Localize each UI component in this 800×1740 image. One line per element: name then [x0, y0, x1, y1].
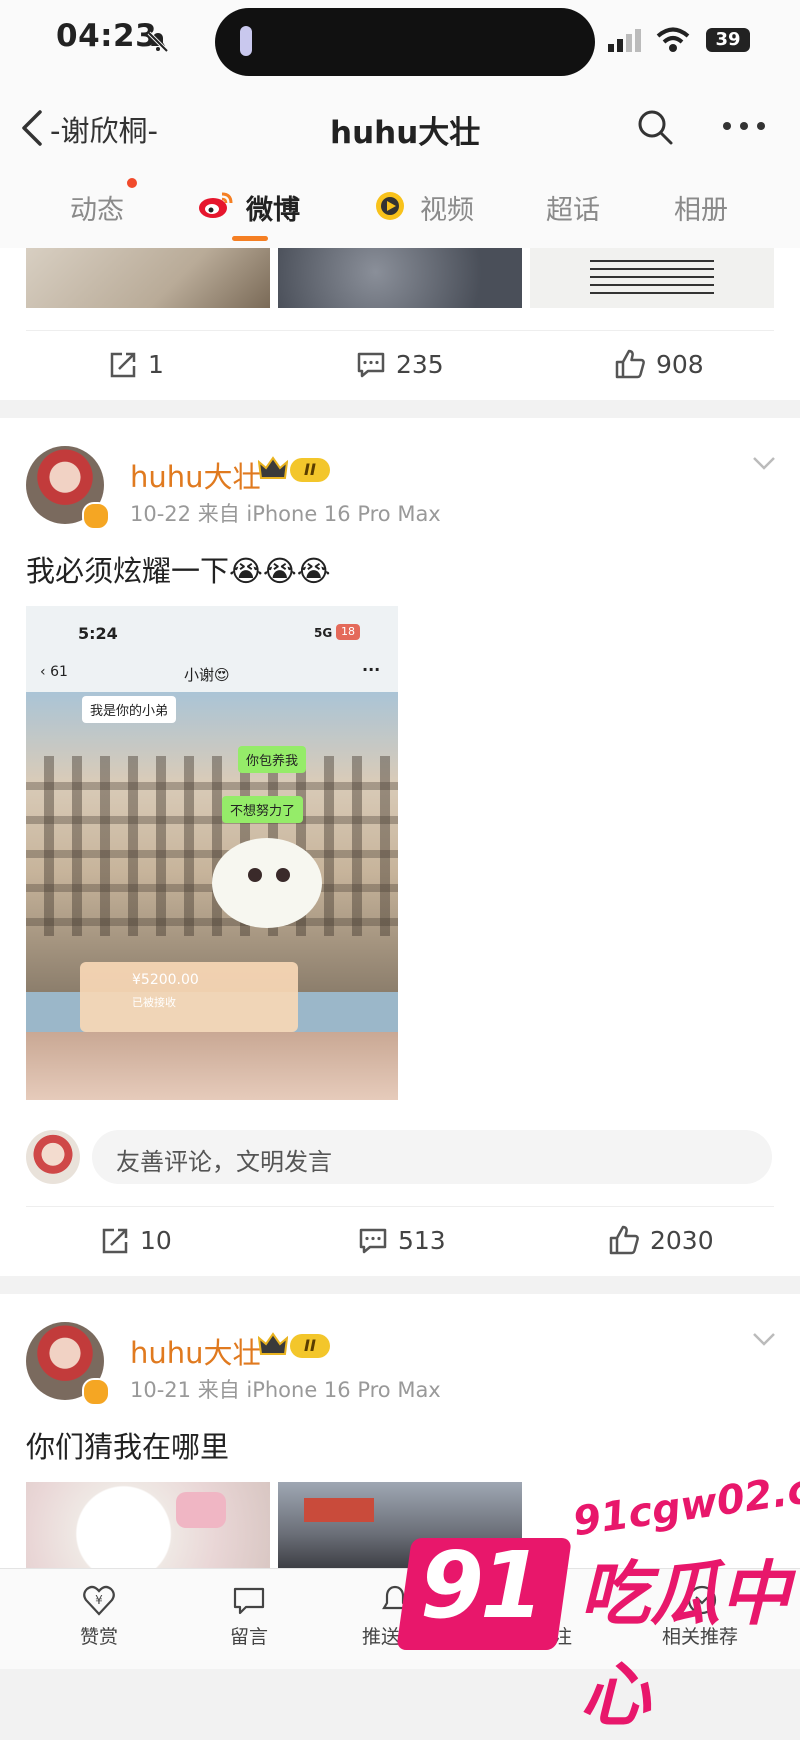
flashlight-icon: [240, 26, 252, 56]
crown-icon: [258, 456, 288, 479]
chat-bubble-received: 我是你的小弟: [82, 696, 177, 723]
tab-super-topic[interactable]: 超话: [546, 188, 600, 227]
post-image-thumbnail[interactable]: [26, 1482, 270, 1568]
crying-emoji: 😭😭😭: [229, 554, 331, 588]
chat-bottom-photo: [26, 1032, 398, 1100]
post-text: 你们猜我在哪里: [26, 1430, 230, 1464]
chat-bubble-sent: 不想努力了: [222, 796, 304, 823]
chat-status-time: 5:24: [78, 624, 118, 643]
chat-bubble-sent: 你包养我: [238, 746, 307, 773]
sticker-eye: [276, 868, 290, 882]
repost-icon[interactable]: [108, 350, 138, 380]
transfer-status: 已被接收: [132, 996, 176, 1009]
comment-count[interactable]: 513: [398, 1226, 446, 1255]
tab-video[interactable]: 视频: [420, 188, 474, 227]
message-icon[interactable]: [232, 1586, 266, 1616]
comment-placeholder[interactable]: 友善评论，文明发言: [116, 1142, 332, 1177]
vip-badge: II: [290, 458, 330, 482]
status-time: 04:23: [56, 18, 158, 54]
tab-album[interactable]: 相册: [674, 188, 728, 227]
back-arrow-icon[interactable]: [20, 108, 44, 148]
divider: [26, 330, 774, 331]
weibo-logo-icon: [199, 192, 233, 218]
battery-indicator: 39: [706, 28, 750, 52]
bottom-message[interactable]: 留言: [230, 1622, 268, 1649]
like-icon[interactable]: [608, 1224, 640, 1256]
post-text: 我必须炫耀一下😭😭😭: [26, 548, 331, 590]
cellular-signal-icon: [608, 29, 641, 52]
my-avatar: [26, 1130, 80, 1184]
search-icon[interactable]: [636, 108, 674, 146]
repost-icon[interactable]: [100, 1226, 130, 1256]
video-icon: [376, 192, 404, 220]
wifi-icon: [656, 27, 690, 52]
post-text-body: 我必须炫耀一下: [26, 554, 230, 588]
chat-more-icon: ···: [362, 660, 381, 679]
svg-text:¥: ¥: [95, 1593, 103, 1607]
vip-badge: II: [290, 1334, 330, 1358]
post-meta: 10-22 来自 iPhone 16 Pro Max: [130, 502, 441, 526]
username[interactable]: huhu大壮: [130, 1330, 262, 1372]
billboard: [304, 1498, 374, 1522]
divider: [26, 1206, 774, 1207]
verified-badge-icon: [82, 502, 110, 530]
sheep-sticker: [212, 838, 322, 928]
chat-back-count: 61: [50, 664, 68, 680]
page-title: huhu大壮: [330, 115, 481, 151]
chat-signal: 5G: [314, 626, 333, 640]
building-windows: [26, 756, 398, 936]
watermark-number: 91: [420, 1532, 544, 1639]
post-image-chat-screenshot[interactable]: 5:24 5G 18 ‹ 61 小谢😍 ··· 我是你的小弟 你包养我 不想努力…: [26, 606, 398, 1100]
like-count[interactable]: 908: [656, 350, 704, 379]
active-tab-indicator: [232, 236, 268, 241]
chat-back: ‹ 61: [40, 664, 68, 680]
mute-bell-icon: [147, 31, 169, 53]
chevron-down-icon[interactable]: [752, 456, 776, 470]
back-label[interactable]: -谢欣桐-: [50, 108, 158, 150]
tab-feed[interactable]: 动态: [70, 188, 124, 227]
repost-count[interactable]: 10: [140, 1226, 172, 1255]
crown-icon: [258, 1332, 288, 1355]
watermark-brand: 吃瓜中心: [580, 1553, 790, 1736]
sticker-eye: [248, 868, 262, 882]
dynamic-island: [215, 8, 595, 76]
comment-icon[interactable]: [356, 350, 386, 380]
post-image-thumbnail[interactable]: [278, 248, 522, 308]
chevron-down-icon[interactable]: [752, 1332, 776, 1346]
post-image-thumbnail[interactable]: [26, 248, 270, 308]
pink-bow: [176, 1492, 226, 1528]
comment-icon[interactable]: [358, 1226, 388, 1256]
reward-icon[interactable]: ¥: [82, 1584, 116, 1618]
bottom-push[interactable]: 推送: [362, 1622, 400, 1649]
post-image-thumbnail[interactable]: [530, 248, 774, 308]
transfer-amount: ¥5200.00: [132, 972, 199, 988]
post-meta: 10-21 来自 iPhone 16 Pro Max: [130, 1378, 441, 1402]
bottom-reward[interactable]: 赞赏: [80, 1622, 118, 1649]
like-count[interactable]: 2030: [650, 1226, 714, 1255]
chat-title: 小谢😍: [184, 666, 230, 684]
verified-badge-icon: [82, 1378, 110, 1406]
repost-count[interactable]: 1: [148, 350, 164, 379]
comment-count[interactable]: 235: [396, 350, 444, 379]
username[interactable]: huhu大壮: [130, 454, 262, 496]
more-options-icon[interactable]: [722, 120, 766, 132]
like-icon[interactable]: [614, 348, 646, 380]
tab-weibo[interactable]: 微博: [246, 188, 300, 227]
notification-dot: [127, 178, 137, 188]
chat-battery: 18: [336, 624, 360, 640]
